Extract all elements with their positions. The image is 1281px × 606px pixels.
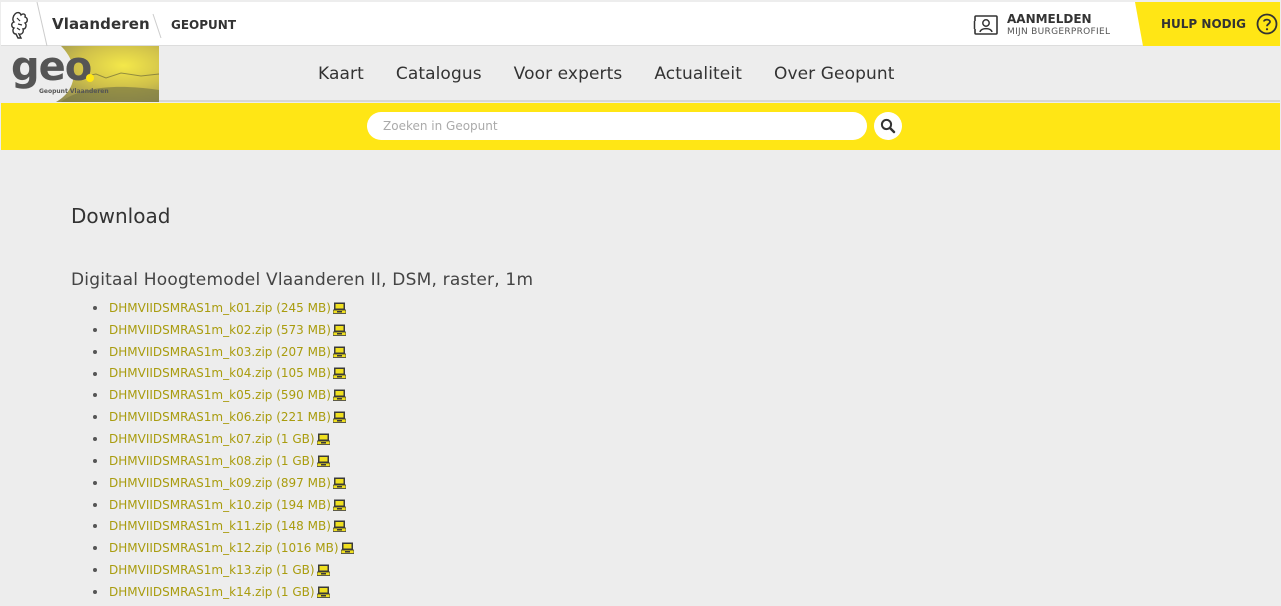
list-item: DHMVIIDSMRAS1m_k09.zip (897 MB)	[93, 472, 354, 494]
main-navigation-bar: geo Geopunt Vlaanderen Kaart Catalogus V…	[1, 46, 1280, 102]
download-disk-icon	[316, 433, 330, 445]
logo-text: geo	[11, 46, 92, 90]
profile-card-icon	[973, 15, 998, 35]
list-item: DHMVIIDSMRAS1m_k03.zip (207 MB)	[93, 341, 354, 363]
download-disk-icon	[332, 499, 346, 511]
login-button[interactable]: AANMELDEN MIJN BURGERPROFIEL	[973, 10, 1110, 40]
brand-geopunt[interactable]: GEOPUNT	[171, 18, 236, 32]
download-disk-icon	[332, 367, 346, 380]
search-button[interactable]	[874, 112, 902, 140]
list-item: DHMVIIDSMRAS1m_k11.zip (148 MB)	[93, 515, 354, 537]
list-item: DHMVIIDSMRAS1m_k05.zip (590 MB)	[93, 384, 354, 406]
download-disk-icon	[332, 302, 346, 314]
list-item: DHMVIIDSMRAS1m_k07.zip (1 GB)	[93, 428, 354, 450]
header-separator	[152, 13, 162, 39]
download-link[interactable]: DHMVIIDSMRAS1m_k11.zip (148 MB)	[109, 519, 331, 533]
download-disk-icon	[332, 411, 346, 424]
search-band	[1, 103, 1280, 150]
page-title: Download	[71, 204, 171, 228]
magnifier-icon	[880, 118, 896, 134]
logo-caption: Geopunt Vlaanderen	[39, 88, 109, 95]
download-file-list: DHMVIIDSMRAS1m_k01.zip (245 MB) DHMVIIDS…	[93, 297, 354, 603]
search-input[interactable]	[367, 112, 867, 140]
download-link[interactable]: DHMVIIDSMRAS1m_k09.zip (897 MB)	[109, 476, 331, 490]
question-mark-icon	[1256, 13, 1278, 35]
nav-item-kaart[interactable]: Kaart	[318, 64, 364, 84]
list-item: DHMVIIDSMRAS1m_k06.zip (221 MB)	[93, 406, 354, 428]
download-disk-icon	[332, 324, 346, 336]
download-disk-icon	[332, 389, 346, 402]
geopunt-logo[interactable]: geo Geopunt Vlaanderen	[1, 46, 159, 102]
login-sublabel: MIJN BURGERPROFIEL	[1007, 27, 1111, 37]
help-label: HULP NODIG	[1161, 17, 1246, 31]
list-item: DHMVIIDSMRAS1m_k14.zip (1 GB)	[93, 581, 354, 603]
download-disk-icon	[340, 542, 354, 555]
download-link[interactable]: DHMVIIDSMRAS1m_k08.zip (1 GB)	[109, 454, 315, 468]
download-link[interactable]: DHMVIIDSMRAS1m_k10.zip (194 MB)	[109, 498, 331, 512]
download-link[interactable]: DHMVIIDSMRAS1m_k05.zip (590 MB)	[109, 388, 331, 402]
logo-dot	[86, 74, 94, 82]
download-disk-icon	[332, 520, 346, 533]
download-disk-icon	[332, 477, 346, 489]
download-link[interactable]: DHMVIIDSMRAS1m_k01.zip (245 MB)	[109, 301, 331, 315]
dataset-title: Digitaal Hoogtemodel Vlaanderen II, DSM,…	[71, 270, 534, 290]
download-link[interactable]: DHMVIIDSMRAS1m_k12.zip (1016 MB)	[109, 541, 339, 555]
list-item: DHMVIIDSMRAS1m_k01.zip (245 MB)	[93, 297, 354, 319]
login-label: AANMELDEN	[1007, 12, 1092, 26]
download-link[interactable]: DHMVIIDSMRAS1m_k03.zip (207 MB)	[109, 345, 331, 359]
download-disk-icon	[316, 564, 330, 576]
download-link[interactable]: DHMVIIDSMRAS1m_k02.zip (573 MB)	[109, 323, 331, 337]
help-button[interactable]: HULP NODIG	[1135, 2, 1280, 46]
download-link[interactable]: DHMVIIDSMRAS1m_k06.zip (221 MB)	[109, 410, 331, 424]
nav-item-voor-experts[interactable]: Voor experts	[514, 64, 623, 84]
nav-item-actualiteit[interactable]: Actualiteit	[654, 64, 742, 84]
download-disk-icon	[316, 455, 330, 467]
nav-item-catalogus[interactable]: Catalogus	[396, 64, 482, 84]
list-item: DHMVIIDSMRAS1m_k02.zip (573 MB)	[93, 319, 354, 341]
list-item: DHMVIIDSMRAS1m_k12.zip (1016 MB)	[93, 537, 354, 559]
download-disk-icon	[316, 586, 330, 598]
list-item: DHMVIIDSMRAS1m_k04.zip (105 MB)	[93, 363, 354, 385]
list-item: DHMVIIDSMRAS1m_k08.zip (1 GB)	[93, 450, 354, 472]
download-link[interactable]: DHMVIIDSMRAS1m_k13.zip (1 GB)	[109, 563, 315, 577]
nav-item-over-geopunt[interactable]: Over Geopunt	[774, 64, 895, 84]
top-header-bar: Vlaanderen GEOPUNT AANMELDEN MIJN BURGER…	[1, 2, 1280, 46]
brand-vlaanderen[interactable]: Vlaanderen	[52, 15, 150, 33]
download-link[interactable]: DHMVIIDSMRAS1m_k07.zip (1 GB)	[109, 432, 315, 446]
flemish-lion-icon[interactable]	[9, 10, 31, 40]
download-link[interactable]: DHMVIIDSMRAS1m_k04.zip (105 MB)	[109, 366, 331, 380]
list-item: DHMVIIDSMRAS1m_k10.zip (194 MB)	[93, 494, 354, 516]
download-link[interactable]: DHMVIIDSMRAS1m_k14.zip (1 GB)	[109, 585, 315, 599]
download-disk-icon	[332, 346, 346, 358]
main-nav: Kaart Catalogus Voor experts Actualiteit…	[318, 46, 927, 102]
list-item: DHMVIIDSMRAS1m_k13.zip (1 GB)	[93, 559, 354, 581]
header-separator	[36, 2, 48, 46]
